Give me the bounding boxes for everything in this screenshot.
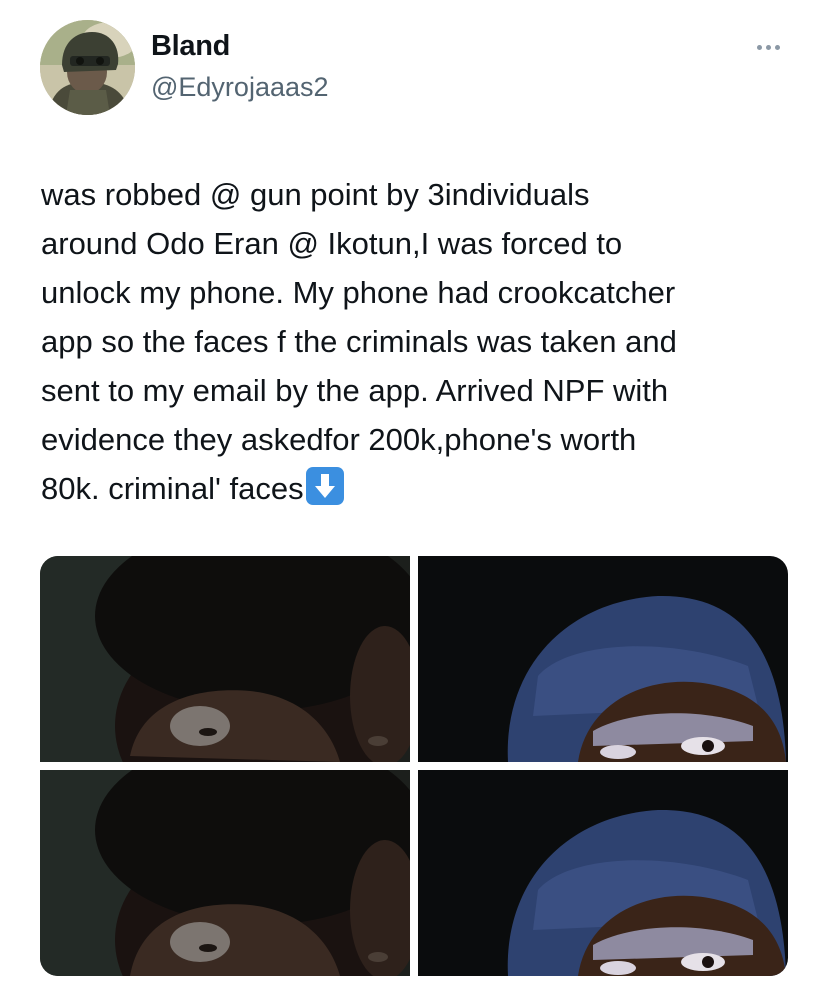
down-arrow-emoji-icon — [305, 467, 344, 505]
tweet: Bland @Edyrojaaas2 was robbed @ gun poin… — [0, 0, 829, 1003]
criminal-face-photo-2[interactable] — [418, 556, 788, 762]
criminal-face-photo-1[interactable] — [40, 556, 410, 762]
tweet-text: was robbed @ gun point by 3individuals a… — [41, 170, 801, 513]
more-horizontal-icon[interactable] — [750, 32, 786, 62]
author-avatar[interactable] — [40, 20, 135, 115]
author-handle[interactable]: @Edyrojaaas2 — [151, 72, 329, 103]
criminal-face-photo-4[interactable] — [418, 770, 788, 976]
criminal-face-photo-3[interactable] — [40, 770, 410, 976]
helmet-soldier-avatar-icon — [40, 20, 135, 115]
author-display-name[interactable]: Bland — [151, 30, 230, 63]
tweet-text-body: was robbed @ gun point by 3individuals a… — [41, 177, 677, 506]
media-grid — [40, 556, 788, 976]
